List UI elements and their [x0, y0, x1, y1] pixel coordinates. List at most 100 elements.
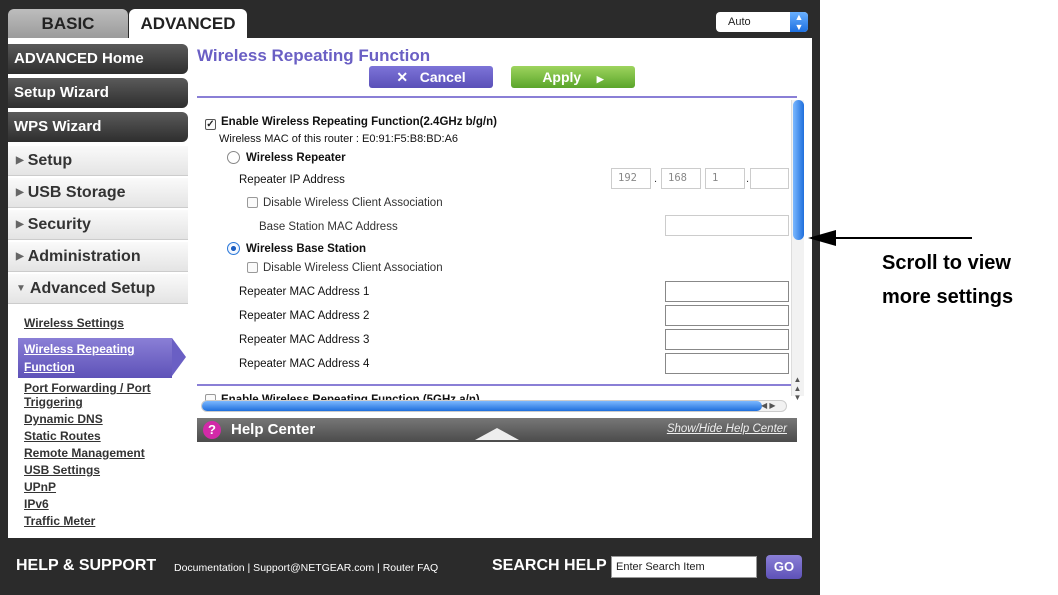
- repeating-form: ✓ Enable Wireless Repeating Function(2.4G…: [197, 100, 791, 440]
- link-wireless-repeating-function[interactable]: Wireless Repeating Function: [18, 338, 186, 378]
- wireless-repeater-row: Wireless Repeater: [227, 151, 346, 164]
- triangle-right-icon: ▶: [16, 187, 24, 198]
- link-wireless-settings[interactable]: Wireless Settings: [24, 316, 188, 330]
- select-arrows-icon: ▲ ▼: [790, 12, 808, 32]
- link-usb-settings[interactable]: USB Settings: [24, 463, 188, 477]
- disable-assoc-2-checkbox[interactable]: [247, 262, 258, 273]
- repeater-mac-2-field[interactable]: [665, 305, 789, 326]
- sidebar-item-administration[interactable]: ▶ Administration: [8, 242, 188, 272]
- expand-triangle-icon[interactable]: [475, 428, 519, 440]
- link-remote-management[interactable]: Remote Management: [24, 446, 188, 460]
- repeater-mac-1-field[interactable]: [665, 281, 789, 302]
- link-label-line1: Wireless Repeating: [24, 342, 135, 356]
- page-title: Wireless Repeating Function: [197, 46, 431, 65]
- search-input[interactable]: [611, 556, 757, 578]
- triangle-right-icon: ▶: [16, 219, 24, 230]
- repeater-mac-4-label: Repeater MAC Address 4: [239, 358, 370, 370]
- link-label-line1: Port Forwarding / Port: [24, 381, 151, 395]
- sidebar-item-security[interactable]: ▶ Security: [8, 210, 188, 240]
- horizontal-scrollbar[interactable]: [201, 400, 787, 412]
- cancel-label: Cancel: [419, 69, 466, 85]
- sidebar-item-label: Security: [27, 216, 91, 233]
- apply-label: Apply: [542, 69, 582, 85]
- play-arrow-icon: ▶: [596, 74, 604, 84]
- language-select[interactable]: Auto ▲ ▼: [716, 12, 808, 32]
- tab-advanced[interactable]: ADVANCED: [129, 9, 247, 39]
- show-hide-help-link[interactable]: Show/Hide Help Center: [667, 423, 787, 435]
- repeater-mac-3-field[interactable]: [665, 329, 789, 350]
- apply-button[interactable]: Apply ▶: [511, 66, 635, 88]
- ip-dot: .: [746, 173, 750, 185]
- enable-24-row: ✓ Enable Wireless Repeating Function(2.4G…: [205, 116, 497, 130]
- tab-bar: BASIC ADVANCED Auto ▲ ▼: [8, 6, 812, 39]
- title-divider: [197, 96, 797, 98]
- sidebar-item-advanced-home[interactable]: ADVANCED Home: [8, 44, 188, 74]
- ip-octet-2[interactable]: 168: [661, 168, 701, 189]
- search-help-label: SEARCH HELP: [492, 557, 607, 574]
- vertical-scroll-buttons[interactable]: ▲ ▲ ▼: [791, 375, 804, 402]
- ip-octet-4[interactable]: [750, 168, 789, 189]
- horizontal-scroll-buttons[interactable]: ◀ ▶: [761, 401, 776, 410]
- link-upnp[interactable]: UPnP: [24, 480, 188, 494]
- enable-24-label: Enable Wireless Repeating Function(2.4GH…: [221, 116, 497, 128]
- ip-octet-3[interactable]: 1: [705, 168, 745, 189]
- language-select-value: Auto: [728, 16, 751, 28]
- sidebar-item-label: Setup: [27, 152, 73, 169]
- help-center-label: Help Center: [231, 421, 316, 438]
- disable-assoc-1-checkbox[interactable]: [247, 197, 258, 208]
- help-center-bar: ? Help Center Show/Hide Help Center: [197, 418, 797, 442]
- repeater-ip-label: Repeater IP Address: [239, 174, 345, 186]
- sidebar-item-setup[interactable]: ▶ Setup: [8, 146, 188, 176]
- enable-24-checkbox[interactable]: ✓: [205, 119, 216, 130]
- help-support-title: HELP & SUPPORT: [16, 557, 157, 574]
- wireless-base-station-row: Wireless Base Station: [227, 242, 366, 255]
- section-divider: [197, 384, 791, 386]
- link-label-line2: Triggering: [24, 395, 83, 409]
- sidebar-item-label: Advanced Setup: [29, 280, 156, 297]
- repeater-mac-4-field[interactable]: [665, 353, 789, 374]
- sidebar-item-label: Administration: [27, 248, 141, 265]
- disable-assoc-2-label: Disable Wireless Client Association: [263, 262, 443, 274]
- wireless-base-station-radio[interactable]: [227, 242, 240, 255]
- annotation-line2: more settings: [882, 286, 1014, 308]
- cancel-button[interactable]: ✕ Cancel: [369, 66, 493, 88]
- sidebar-item-usb-storage[interactable]: ▶ USB Storage: [8, 178, 188, 208]
- base-station-mac-field[interactable]: [665, 215, 789, 236]
- sidebar: ADVANCED Home Setup Wizard WPS Wizard ▶ S…: [8, 44, 188, 306]
- triangle-right-icon: ▶: [16, 251, 24, 262]
- link-static-routes[interactable]: Static Routes: [24, 429, 188, 443]
- router-frame: BASIC ADVANCED Auto ▲ ▼ ADVANCED Home Set…: [0, 0, 820, 595]
- disable-assoc-1-row: Disable Wireless Client Association: [247, 197, 443, 209]
- sidebar-item-label: USB Storage: [27, 184, 126, 201]
- triangle-down-icon: ▼: [16, 283, 26, 294]
- sidebar-item-setup-wizard[interactable]: Setup Wizard: [8, 78, 188, 108]
- repeater-mac-1-label: Repeater MAC Address 1: [239, 286, 370, 298]
- wireless-repeater-radio[interactable]: [227, 151, 240, 164]
- advanced-setup-links: Wireless Settings Wireless Repeating Fun…: [18, 316, 188, 531]
- vertical-scrollbar[interactable]: [791, 100, 804, 396]
- sidebar-item-wps-wizard[interactable]: WPS Wizard: [8, 112, 188, 142]
- link-ipv6[interactable]: IPv6: [24, 497, 188, 511]
- link-label-line2: Function: [24, 360, 75, 374]
- base-station-mac-label: Base Station MAC Address: [259, 221, 398, 233]
- ip-octet-1[interactable]: 192: [611, 168, 651, 189]
- horizontal-scroll-thumb[interactable]: [202, 401, 762, 411]
- content-area: Wireless Repeating Function ✕ Cancel App…: [197, 44, 807, 458]
- link-port-forwarding[interactable]: Port Forwarding / Port Triggering: [24, 381, 188, 409]
- ip-dot: .: [654, 173, 658, 185]
- wireless-repeater-label: Wireless Repeater: [246, 152, 346, 164]
- router-mac-text: Wireless MAC of this router : E0:91:F5:B…: [219, 133, 459, 145]
- tab-basic[interactable]: BASIC: [8, 9, 128, 39]
- scroll-annotation: Scroll to view more settings: [882, 246, 1013, 314]
- link-traffic-meter[interactable]: Traffic Meter: [24, 514, 188, 528]
- annotation-line1: Scroll to view: [882, 252, 1011, 274]
- sidebar-item-advanced-setup[interactable]: ▼ Advanced Setup: [8, 274, 188, 304]
- link-dynamic-dns[interactable]: Dynamic DNS: [24, 412, 188, 426]
- question-icon[interactable]: ?: [203, 421, 221, 439]
- wireless-base-station-label: Wireless Base Station: [246, 243, 367, 255]
- close-icon: ✕: [396, 69, 409, 85]
- go-button[interactable]: GO: [766, 555, 802, 579]
- vertical-scroll-thumb[interactable]: [793, 100, 804, 240]
- help-support-bar: HELP & SUPPORT Documentation | Support@N…: [8, 548, 812, 588]
- support-links[interactable]: Documentation | Support@NETGEAR.com | Ro…: [174, 562, 438, 574]
